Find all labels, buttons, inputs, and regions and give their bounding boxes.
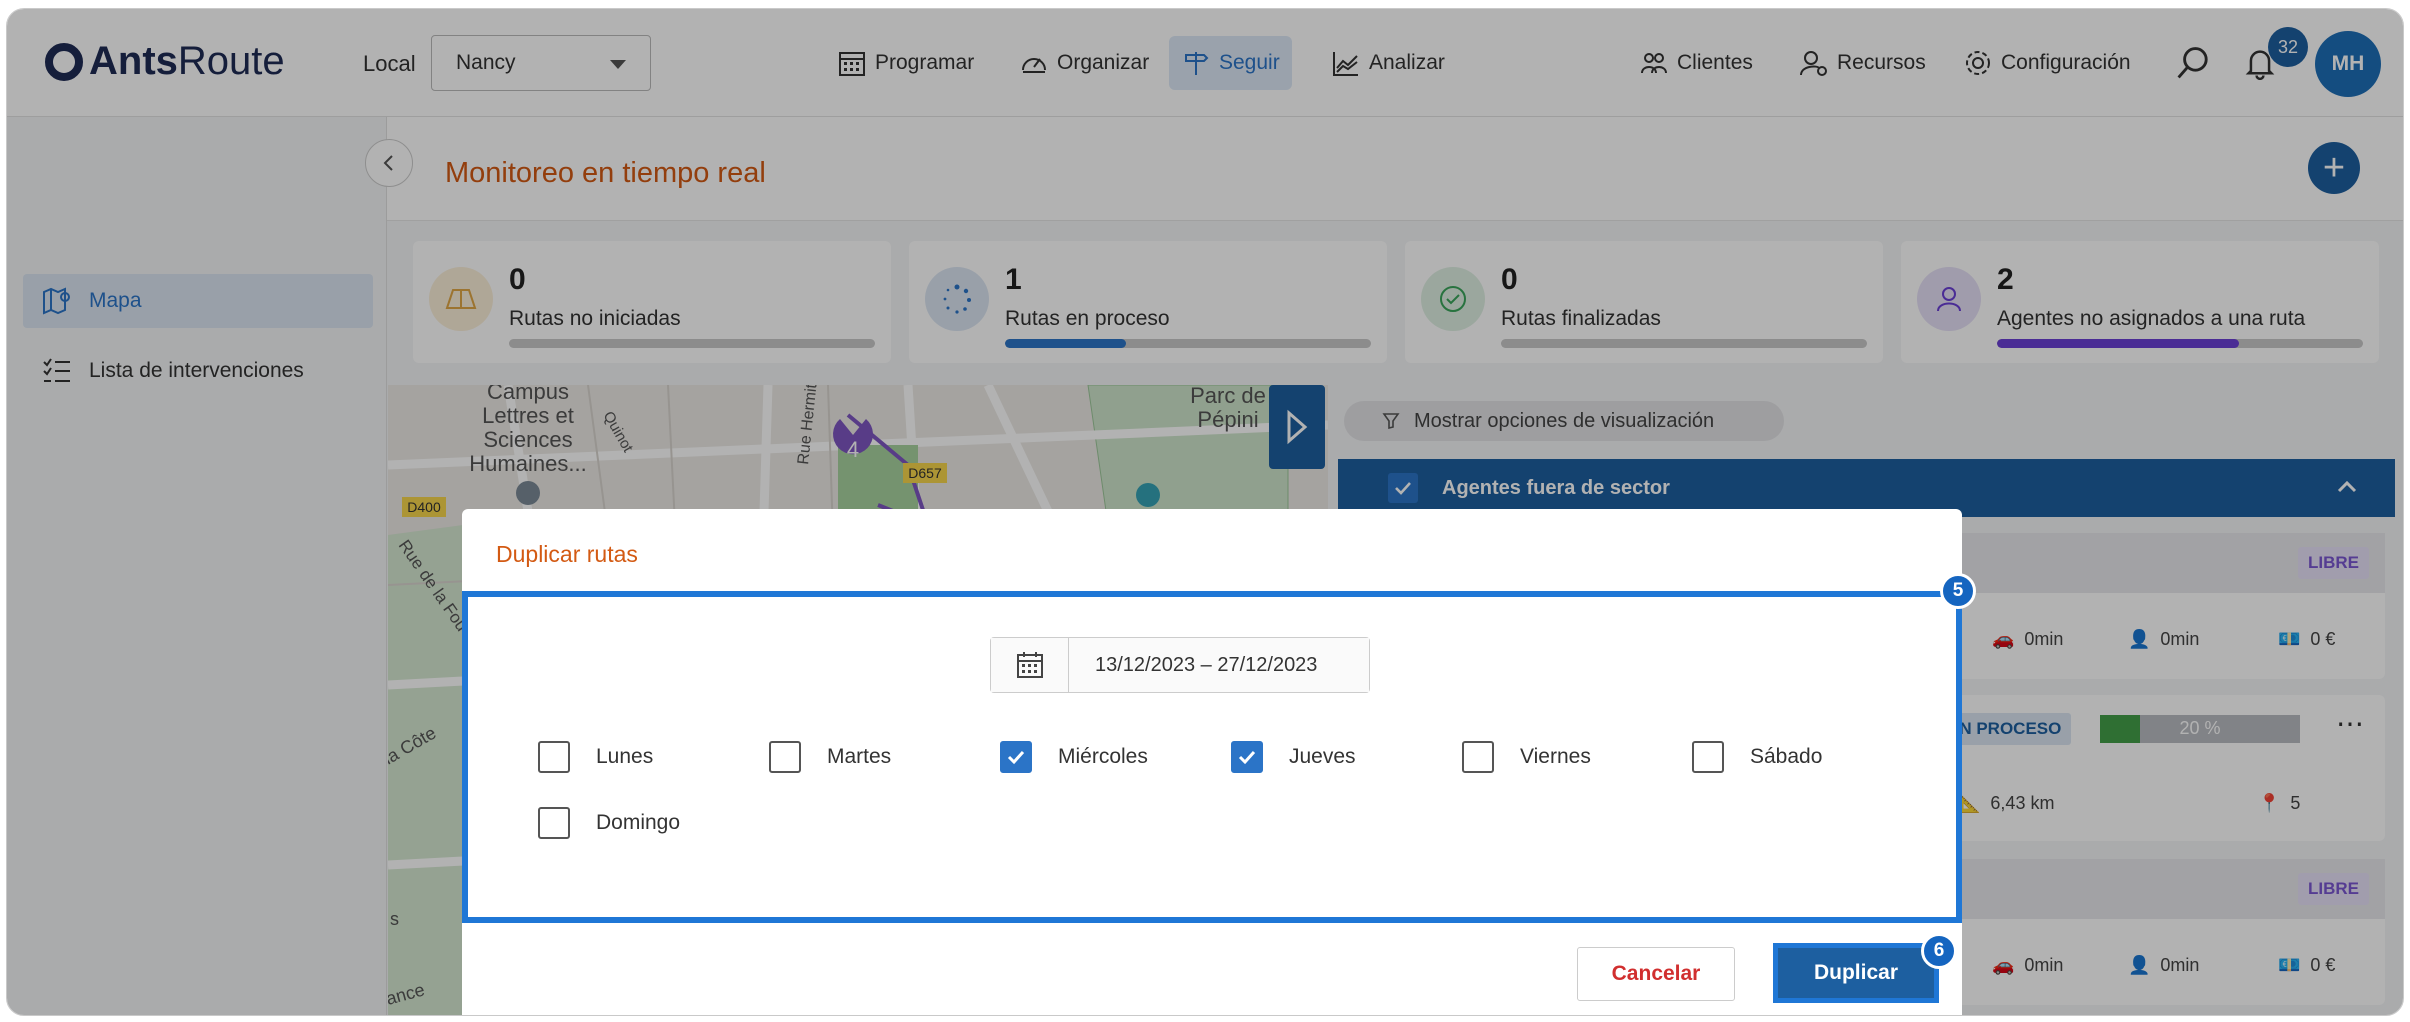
day-label: Sábado	[1750, 745, 1823, 768]
checkbox[interactable]	[1692, 741, 1724, 773]
checkbox[interactable]	[1231, 741, 1263, 773]
day-label: Jueves	[1289, 745, 1356, 768]
duplicate-routes-dialog: Duplicar rutas 13/12/2023 – 27/12/2023 L…	[462, 509, 1976, 1015]
step-marker-6: 6	[1921, 933, 1957, 969]
day-label: Miércoles	[1058, 745, 1148, 768]
date-range-picker[interactable]: 13/12/2023 – 27/12/2023	[990, 637, 1370, 693]
day-option-martes[interactable]: Martes	[769, 741, 891, 773]
day-option-domingo[interactable]: Domingo	[538, 807, 680, 839]
day-option-viernes[interactable]: Viernes	[1462, 741, 1591, 773]
duplicate-button[interactable]: Duplicar	[1778, 948, 1934, 998]
calendar-icon[interactable]	[991, 638, 1069, 692]
day-label: Domingo	[596, 811, 681, 834]
checkbox[interactable]	[538, 807, 570, 839]
checkbox[interactable]	[769, 741, 801, 773]
checkbox[interactable]	[1462, 741, 1494, 773]
day-option-lunes[interactable]: Lunes	[538, 741, 653, 773]
day-option-sabado[interactable]: Sábado	[1692, 741, 1822, 773]
checkbox[interactable]	[1000, 741, 1032, 773]
duplicate-button-highlight: Duplicar	[1773, 943, 1939, 1003]
day-label: Viernes	[1520, 745, 1591, 768]
day-option-jueves[interactable]: Jueves	[1231, 741, 1356, 773]
date-range-value: 13/12/2023 – 27/12/2023	[1069, 638, 1369, 692]
day-label: Lunes	[596, 745, 654, 768]
cancel-button[interactable]: Cancelar	[1577, 947, 1735, 1001]
app-window: Ants Route Local Nancy Programar Organiza…	[6, 8, 2404, 1016]
check-icon	[1238, 750, 1256, 765]
step-marker-5: 5	[1940, 573, 1976, 609]
dialog-title: Duplicar rutas	[496, 541, 638, 567]
check-icon	[1007, 750, 1025, 765]
checkbox[interactable]	[538, 741, 570, 773]
dialog-body: 13/12/2023 – 27/12/2023 Lunes Martes Mié…	[462, 591, 1962, 923]
day-label: Martes	[827, 745, 892, 768]
day-option-miercoles[interactable]: Miércoles	[1000, 741, 1148, 773]
